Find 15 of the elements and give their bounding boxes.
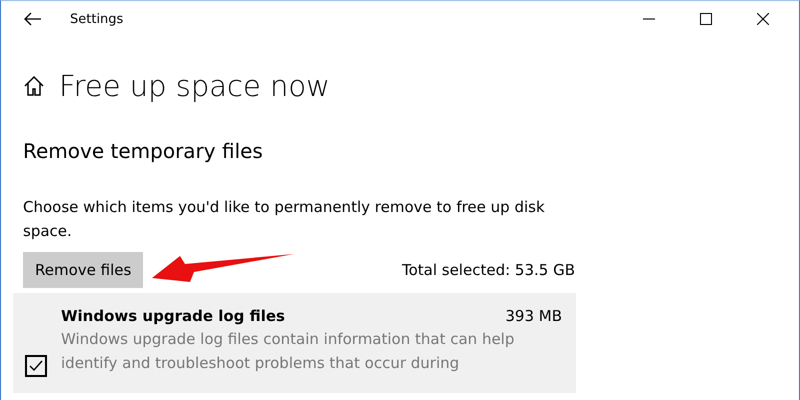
remove-files-button[interactable]: Remove files [23, 252, 144, 288]
close-icon[interactable] [757, 13, 769, 25]
check-icon [29, 359, 43, 373]
maximize-icon[interactable] [700, 13, 712, 25]
total-selected: Total selected: 53.5 GB [402, 261, 575, 279]
home-icon[interactable] [23, 75, 45, 97]
window-title: Settings [70, 12, 124, 26]
category-name: Windows upgrade log files [61, 307, 285, 325]
section-title: Remove temporary files [23, 139, 264, 163]
checkbox[interactable] [25, 355, 47, 377]
category-size: 393 MB [505, 307, 562, 325]
back-icon[interactable] [24, 12, 42, 26]
page-title: Free up space now [59, 69, 330, 103]
category-description: Windows upgrade log files contain information that can help identify and troubleshoot problems that occur during [61, 329, 516, 374]
section-description: Choose which items you'd like to permanently remove to free up disk space. [23, 197, 546, 242]
